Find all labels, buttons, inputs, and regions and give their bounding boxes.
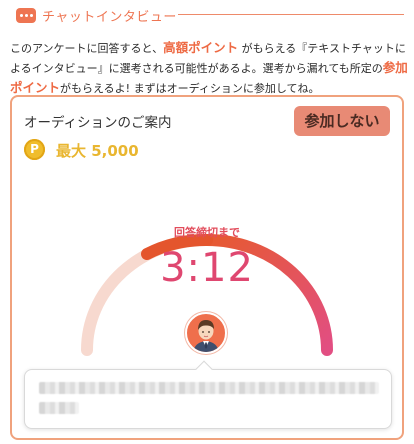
blurred-message-line [39, 382, 379, 394]
countdown-label: 回答締切まで [174, 226, 240, 239]
blurred-message-line [39, 402, 79, 414]
audition-card: オーディションのご案内 参加しない P 最大 5,000 回答締切まで 3:12 [10, 95, 404, 440]
interviewer-message-bubble [24, 369, 392, 429]
interviewer-avatar-icon [185, 312, 227, 354]
intro-text: このアンケートに回答すると、高額ポイント がもらえる『テキストチャットによるイン… [10, 40, 408, 95]
countdown-timer: 3:12 [160, 245, 254, 291]
highlight-high-points: 高額ポイント [163, 40, 239, 55]
section-title: チャットインタビュー [42, 10, 177, 25]
decline-button[interactable]: 参加しない [294, 106, 390, 136]
header-divider [178, 14, 404, 15]
max-reward-label: 最大 5,000 [56, 142, 139, 160]
card-title: オーディションのご案内 [24, 115, 172, 131]
point-coin-icon: P [24, 139, 45, 160]
chat-bubble-icon [16, 8, 36, 23]
section-header: チャットインタビュー [0, 0, 414, 30]
